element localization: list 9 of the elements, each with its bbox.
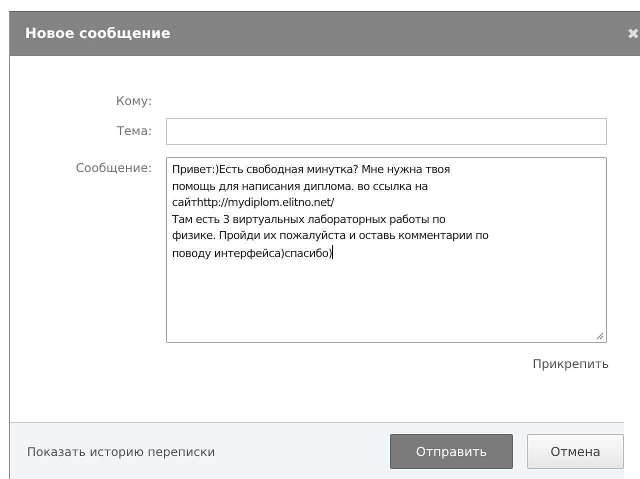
field-label: Кому:	[114, 93, 153, 110]
attach-link[interactable]: Прикрепить	[532, 357, 609, 371]
message-field[interactable]: Привет:)Есть свободная минутка? Мне нужна твоя помощь для написания диплома. во ссылка на сайтhttp://mydiplom.elitno.net/ Там есть 3 виртуальных лабораторных работы по физике. Пройди их пожалуйста и оставь комментарии по поводу интерфейса)спасибо)	[166, 157, 607, 343]
cancel-button[interactable]: Отмена	[527, 434, 624, 469]
field-label: Тема:	[116, 123, 153, 140]
window-title: Новое сообщение	[25, 26, 170, 42]
send-button[interactable]: Отправить	[390, 434, 513, 469]
field-label: Сообщение:	[74, 160, 153, 177]
history-link[interactable]: Показать историю переписки	[27, 444, 216, 458]
